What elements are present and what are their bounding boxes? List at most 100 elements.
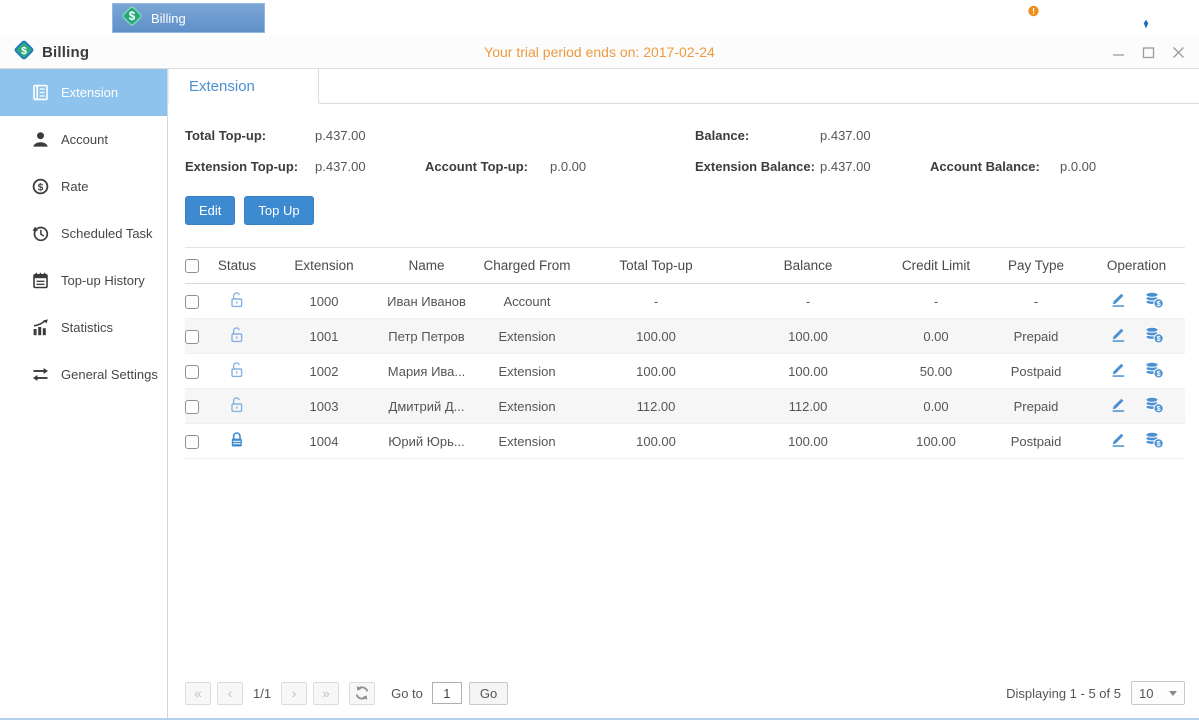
page-size-select[interactable]: 10: [1131, 681, 1185, 705]
cell-total-topup: 100.00: [584, 319, 728, 354]
extension-topup-label: Extension Top-up:: [185, 159, 315, 174]
column-header-pay-type: Pay Type: [984, 248, 1088, 284]
cell-credit-limit: -: [888, 284, 984, 319]
column-header-name: Name: [383, 248, 470, 284]
table-row[interactable]: 1001Петр ПетровExtension100.00100.000.00…: [185, 319, 1185, 354]
table-row[interactable]: 1000Иван ИвановAccount----$: [185, 284, 1185, 319]
cell-name: Мария Ива...: [383, 354, 470, 389]
billing-diamond-icon: $: [120, 4, 144, 33]
tab-extension[interactable]: Extension: [168, 69, 319, 104]
sidebar-item-top-up-history[interactable]: Top-up History: [0, 257, 167, 304]
close-icon[interactable]: [1171, 45, 1185, 59]
goto-page-input[interactable]: [432, 682, 462, 704]
edit-pencil-icon[interactable]: [1109, 326, 1127, 343]
last-page-button[interactable]: »: [313, 682, 339, 705]
sidebar-item-label: Extension: [61, 85, 118, 100]
general-settings-icon: [32, 366, 49, 383]
cell-pay-type: Prepaid: [984, 319, 1088, 354]
svg-text:$: $: [129, 11, 136, 23]
displaying-text: Displaying 1 - 5 of 5: [1006, 686, 1121, 701]
column-header-status: Status: [209, 248, 265, 284]
balance-label: Balance:: [695, 128, 820, 143]
cell-charged-from: Extension: [470, 389, 584, 424]
cell-total-topup: 100.00: [584, 424, 728, 459]
edit-pencil-icon[interactable]: [1109, 291, 1127, 308]
cell-name: Иван Иванов: [383, 284, 470, 319]
cell-balance: 100.00: [728, 319, 888, 354]
edit-pencil-icon[interactable]: [1109, 361, 1127, 378]
column-header-balance: Balance: [728, 248, 888, 284]
apps-grid-icon[interactable]: [36, 5, 70, 31]
cell-pay-type: -: [984, 284, 1088, 319]
table-row[interactable]: 1004Юрий Юрь...Extension100.00100.00100.…: [185, 424, 1185, 459]
billing-app-window: $ Billing ! $ Billing Your trial period …: [0, 0, 1199, 720]
user-account-icon[interactable]: [1133, 5, 1159, 31]
refresh-icon[interactable]: [349, 682, 375, 705]
edit-pencil-icon[interactable]: [1109, 431, 1127, 448]
cell-credit-limit: 0.00: [888, 389, 984, 424]
taskbar-tab-billing[interactable]: $ Billing: [112, 3, 265, 33]
first-page-button[interactable]: «: [185, 682, 211, 705]
column-header-charged-from: Charged From: [470, 248, 584, 284]
cell-name: Дмитрий Д...: [383, 389, 470, 424]
sidebar-item-label: Rate: [61, 179, 88, 194]
maximize-icon[interactable]: [1141, 45, 1155, 59]
cell-charged-from: Extension: [470, 319, 584, 354]
sidebar-item-statistics[interactable]: Statistics: [0, 304, 167, 351]
edit-button[interactable]: Edit: [185, 196, 235, 225]
extension-balance-label: Extension Balance:: [695, 159, 820, 174]
statistics-icon: [32, 319, 49, 336]
taskbar-tab-label: Billing: [151, 11, 186, 26]
chevron-down-icon: [1169, 691, 1177, 696]
row-checkbox[interactable]: [185, 330, 199, 344]
row-checkbox[interactable]: [185, 365, 199, 379]
sidebar-item-rate[interactable]: $Rate: [0, 163, 167, 210]
scheduled-task-icon: [32, 225, 49, 242]
total-topup-value: p.437.00: [315, 128, 366, 143]
total-topup-label: Total Top-up:: [185, 128, 315, 143]
sidebar-item-label: Top-up History: [61, 273, 145, 288]
select-all-checkbox[interactable]: [185, 259, 199, 273]
resource-monitor-icon[interactable]: [1073, 5, 1101, 31]
cell-pay-type: Postpaid: [984, 424, 1088, 459]
cell-total-topup: 100.00: [584, 354, 728, 389]
sidebar-item-extension[interactable]: Extension: [0, 69, 167, 116]
account-topup-value: p.0.00: [550, 159, 586, 174]
account-topup-label: Account Top-up:: [425, 159, 550, 174]
sidebar: Extension Account$RateScheduled Task Top-u…: [0, 69, 168, 718]
minimize-icon[interactable]: [1111, 45, 1125, 59]
page-size-value: 10: [1139, 686, 1153, 701]
topup-coins-icon[interactable]: $: [1144, 326, 1164, 344]
cell-extension: 1000: [265, 284, 383, 319]
row-checkbox[interactable]: [185, 400, 199, 414]
edit-pencil-icon[interactable]: [1109, 396, 1127, 413]
go-button[interactable]: Go: [469, 682, 508, 705]
sidebar-item-general-settings[interactable]: General Settings: [0, 351, 167, 398]
next-page-button[interactable]: ›: [281, 682, 307, 705]
topup-coins-icon[interactable]: $: [1144, 291, 1164, 309]
row-checkbox[interactable]: [185, 435, 199, 449]
account-balance-label: Account Balance:: [930, 159, 1060, 174]
cell-total-topup: -: [584, 284, 728, 319]
topup-coins-icon[interactable]: $: [1144, 396, 1164, 414]
column-header-total-top-up: Total Top-up: [584, 248, 728, 284]
extension-icon: [32, 84, 49, 101]
topup-coins-icon[interactable]: $: [1144, 431, 1164, 449]
cell-extension: 1002: [265, 354, 383, 389]
lock-open-icon: [229, 326, 245, 343]
row-checkbox[interactable]: [185, 295, 199, 309]
cell-charged-from: Extension: [470, 424, 584, 459]
cell-pay-type: Prepaid: [984, 389, 1088, 424]
topup-coins-icon[interactable]: $: [1144, 361, 1164, 379]
messages-icon[interactable]: !: [1010, 5, 1041, 32]
sidebar-item-scheduled-task[interactable]: Scheduled Task: [0, 210, 167, 257]
lock-open-icon: [229, 396, 245, 413]
table-row[interactable]: 1002Мария Ива...Extension100.00100.0050.…: [185, 354, 1185, 389]
extension-topup-value: p.437.00: [315, 159, 425, 174]
prev-page-button[interactable]: ‹: [217, 682, 243, 705]
cell-balance: 112.00: [728, 389, 888, 424]
balance-value: p.437.00: [820, 128, 871, 143]
table-row[interactable]: 1003Дмитрий Д...Extension112.00112.000.0…: [185, 389, 1185, 424]
top-up-button[interactable]: Top Up: [244, 196, 313, 225]
sidebar-item-account[interactable]: Account: [0, 116, 167, 163]
